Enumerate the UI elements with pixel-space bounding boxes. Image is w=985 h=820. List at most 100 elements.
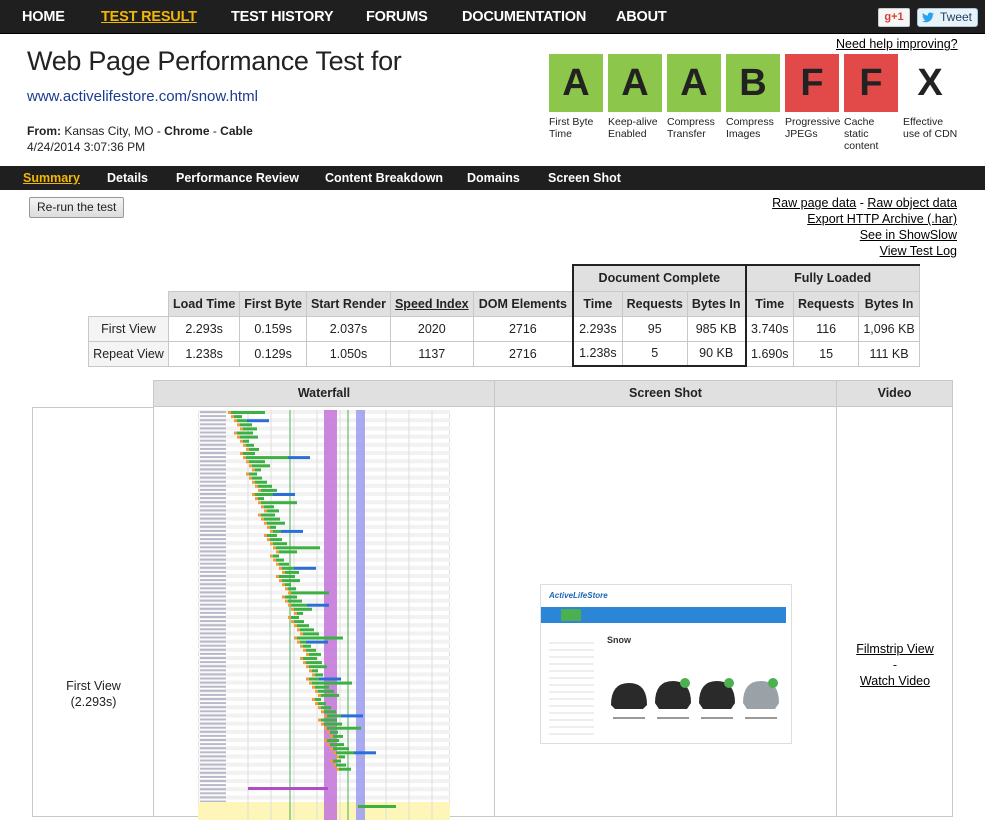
request-bar — [267, 509, 279, 513]
request-bar — [318, 689, 334, 693]
request-bar — [273, 542, 287, 546]
request-bar — [237, 431, 253, 435]
tab-screen-shot[interactable]: Screen Shot — [548, 171, 621, 185]
request-bar — [267, 521, 285, 525]
dns-segment — [327, 743, 330, 747]
request-bar — [315, 673, 323, 677]
request-bar — [297, 611, 303, 615]
nav-forums[interactable]: FORUMS — [366, 9, 428, 25]
request-bar — [333, 759, 341, 763]
table-cell: 1.238s — [167, 340, 241, 367]
download-segment — [247, 419, 269, 423]
waterfall-row-label — [200, 447, 226, 450]
raw-object-data-link[interactable]: Raw object data — [867, 196, 957, 210]
col-speed-index[interactable]: Speed Index — [389, 290, 474, 317]
tab-performance-review[interactable]: Performance Review — [176, 171, 299, 185]
filmstrip-view-link[interactable]: Filmstrip View — [856, 642, 934, 656]
grade-label-compress-images: Compress Images — [726, 116, 774, 140]
dns-segment — [282, 583, 285, 587]
nav-home[interactable]: HOME — [22, 9, 65, 25]
dns-segment — [264, 509, 267, 513]
waterfall-row-label — [200, 501, 226, 504]
dns-segment — [321, 722, 324, 726]
col-full-requests: Requests — [793, 290, 860, 317]
waterfall-row-label — [200, 689, 226, 692]
dns-segment — [330, 747, 333, 751]
rerun-test-button[interactable]: Re-run the test — [29, 197, 125, 218]
grade-label-cache-static: Cache static content — [844, 116, 879, 152]
nav-test-result[interactable]: TEST RESULT — [101, 9, 197, 25]
waterfall-row-label — [200, 611, 226, 614]
waterfall-row-label — [200, 771, 226, 774]
dns-segment — [252, 468, 255, 472]
late-request-bar — [358, 805, 396, 808]
table-cell: 2716 — [472, 315, 574, 342]
grade-first-byte-time[interactable]: A — [549, 54, 603, 112]
waterfall-chart[interactable] — [198, 410, 450, 820]
request-bar — [291, 603, 307, 607]
dns-segment — [333, 763, 336, 767]
raw-page-data-link[interactable]: Raw page data — [772, 196, 856, 210]
dns-segment — [237, 435, 240, 439]
row-label-first-view: First View — [88, 315, 169, 342]
waterfall-row-label — [200, 554, 226, 557]
request-bar — [303, 644, 311, 648]
dns-segment — [282, 595, 285, 599]
tab-domains[interactable]: Domains — [467, 171, 520, 185]
dns-segment — [324, 714, 327, 718]
dns-segment — [285, 599, 288, 603]
request-bar — [261, 501, 297, 505]
waterfall-row-label — [200, 698, 226, 700]
dns-segment — [240, 439, 243, 443]
table-cell: 3.740s — [745, 315, 795, 342]
dns-segment — [318, 706, 321, 710]
waterfall-header: Waterfall — [153, 380, 495, 407]
watch-video-link[interactable]: Watch Video — [860, 674, 930, 688]
nav-test-history[interactable]: TEST HISTORY — [231, 9, 334, 25]
waterfall-row-label — [200, 775, 226, 778]
waterfall-row-label — [200, 718, 226, 721]
page-screenshot-thumbnail[interactable]: ActiveLifeStore Snow — [540, 584, 792, 744]
dns-segment — [300, 644, 303, 648]
download-segment — [288, 456, 310, 460]
waterfall-row-label — [200, 411, 226, 413]
grade-progressive-jpegs[interactable]: F — [785, 54, 839, 112]
request-bar — [252, 464, 270, 468]
grade-keep-alive[interactable]: A — [608, 54, 662, 112]
grade-cache-static[interactable]: F — [844, 54, 898, 112]
nav-documentation[interactable]: DOCUMENTATION — [462, 9, 586, 25]
dns-segment — [294, 624, 297, 628]
dns-segment — [249, 464, 252, 468]
request-bar — [285, 595, 297, 599]
waterfall-row-label — [200, 636, 226, 639]
grade-compress-images[interactable]: B — [726, 54, 780, 112]
nav-about[interactable]: ABOUT — [616, 9, 667, 25]
waterfall-row-label — [200, 587, 226, 590]
page-title: Web Page Performance Test for — [27, 46, 402, 76]
waterfall-row-label — [200, 566, 226, 569]
tab-content-breakdown[interactable]: Content Breakdown — [325, 171, 443, 185]
dns-segment — [333, 751, 336, 755]
dns-segment — [291, 620, 294, 624]
tab-summary[interactable]: Summary — [23, 171, 80, 185]
grade-cdn[interactable]: X — [903, 54, 957, 112]
dns-segment — [273, 546, 276, 550]
tab-details[interactable]: Details — [107, 171, 148, 185]
col-full-bytes: Bytes In — [858, 290, 920, 317]
request-bar — [309, 677, 319, 681]
request-bar — [246, 443, 254, 447]
export-har-link[interactable]: Export HTTP Archive (.har) — [807, 212, 957, 226]
tweet-button[interactable]: Tweet — [917, 8, 978, 27]
tested-url-link[interactable]: www.activelifestore.com/snow.html — [27, 88, 258, 105]
grade-compress-transfer[interactable]: A — [667, 54, 721, 112]
request-bar — [249, 460, 265, 464]
view-test-log-link[interactable]: View Test Log — [880, 244, 957, 258]
dns-segment — [312, 685, 315, 689]
need-help-link[interactable]: Need help improving? — [836, 37, 958, 51]
google-plus-button[interactable]: g+1 — [878, 8, 910, 27]
request-bar — [240, 435, 258, 439]
dns-segment — [312, 698, 315, 701]
grade-label-compress-transfer: Compress Transfer — [667, 116, 715, 140]
waterfall-row-label — [200, 468, 226, 471]
showslow-link[interactable]: See in ShowSlow — [860, 228, 957, 242]
